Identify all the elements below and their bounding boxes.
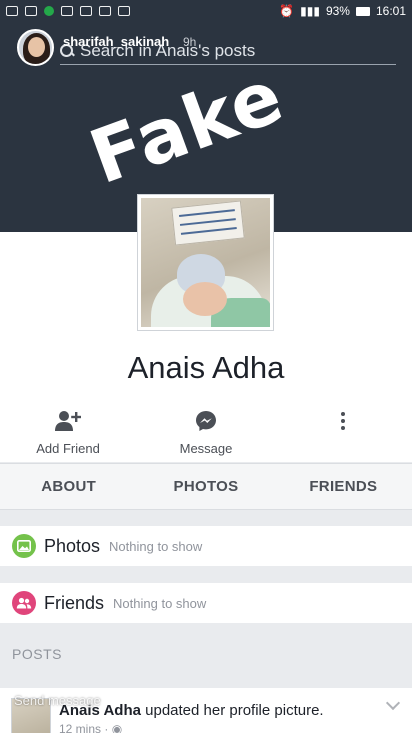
clock: 16:01	[375, 4, 406, 18]
more-options-button[interactable]	[328, 407, 358, 463]
signal-icon: ▮▮▮	[300, 4, 320, 18]
avatar[interactable]	[17, 29, 54, 66]
battery-icon	[355, 6, 370, 16]
name-card	[171, 200, 245, 246]
profile-tabs: ABOUT PHOTOS FRIENDS	[0, 463, 412, 510]
posts-header: POSTS	[12, 646, 62, 662]
system-status: ⏰ ▮▮▮ 93% 16:01	[279, 4, 406, 18]
message-label: Message	[179, 441, 233, 456]
fake-sticker: Fake	[79, 52, 295, 202]
post-options-chevron-icon[interactable]	[385, 695, 401, 711]
send-message-input[interactable]: Send message	[14, 693, 101, 708]
friends-section[interactable]: Friends Nothing to show	[0, 583, 412, 623]
add-friend-icon	[55, 409, 81, 433]
story-header: Search in Anais's posts sharifah_sakinah…	[0, 25, 412, 71]
notification-icon	[6, 6, 18, 16]
profile-picture[interactable]	[138, 195, 273, 330]
post-action: updated her profile picture.	[145, 702, 324, 719]
notification-icons	[6, 6, 130, 16]
app-icon	[44, 6, 54, 16]
messenger-icon	[194, 409, 218, 433]
photos-subtitle: Nothing to show	[109, 538, 203, 554]
add-friend-label: Add Friend	[36, 441, 100, 456]
profile-card: Anais Adha Add Friend Message	[0, 195, 412, 463]
photos-section[interactable]: Photos Nothing to show	[0, 526, 412, 566]
friends-subtitle: Nothing to show	[113, 595, 207, 611]
battery-percent: 93%	[325, 4, 350, 18]
message-button[interactable]: Message	[160, 407, 252, 463]
post-timestamp[interactable]: 12 mins	[59, 722, 101, 733]
download-icon	[99, 6, 111, 16]
privacy-icon: · ◉	[104, 722, 123, 733]
post-time: 12 mins · ◉	[59, 722, 122, 733]
profile-name: Anais Adha	[127, 350, 285, 385]
tab-about[interactable]: ABOUT	[0, 464, 137, 509]
tab-photos[interactable]: PHOTOS	[137, 464, 274, 509]
story-time: 9h	[183, 35, 197, 49]
alarm-icon: ⏰	[279, 4, 295, 18]
more-icon	[340, 409, 346, 433]
notification-icon	[25, 6, 37, 16]
profile-actions: Add Friend Message	[0, 407, 412, 463]
status-bar: ⏰ ▮▮▮ 93% 16:01	[0, 0, 412, 22]
add-friend-button[interactable]: Add Friend	[22, 407, 114, 463]
tab-friends[interactable]: FRIENDS	[275, 464, 412, 509]
story-username: sharifah_sakinah	[63, 34, 170, 49]
notification-icon	[80, 6, 92, 16]
warning-icon	[118, 6, 130, 16]
photos-icon	[12, 534, 36, 558]
photos-title: Photos	[44, 535, 101, 556]
friends-title: Friends	[44, 592, 105, 613]
friends-icon	[12, 591, 36, 615]
notification-icon	[61, 6, 73, 16]
